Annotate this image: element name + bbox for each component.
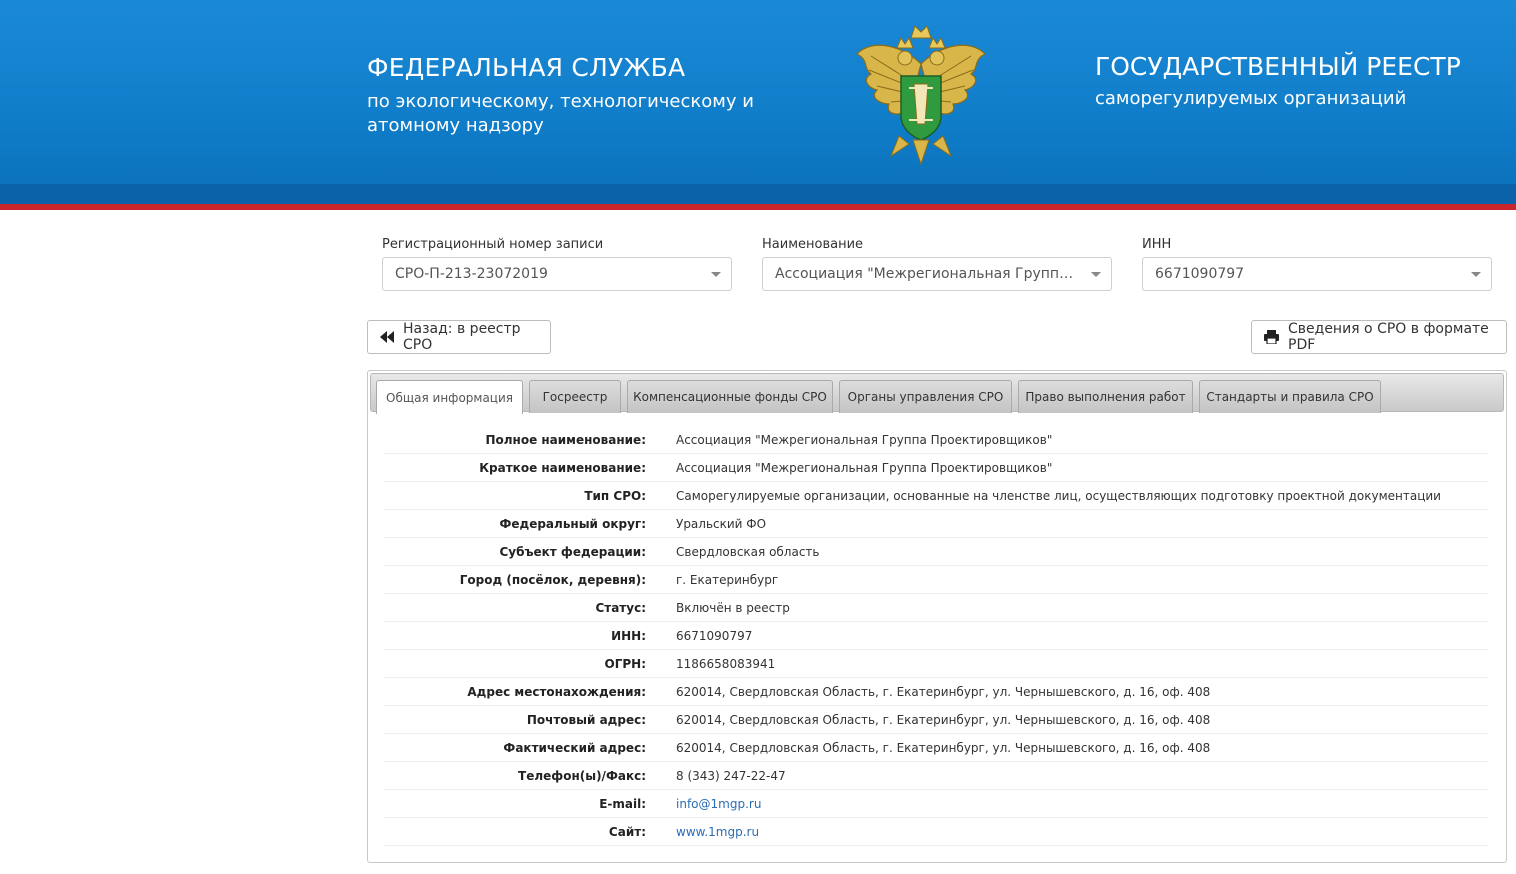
table-row: ИНН: 6671090797 — [384, 622, 1488, 650]
pdf-button-label: Сведения о СРО в формате PDF — [1288, 321, 1489, 353]
inn-select[interactable]: 6671090797 — [1142, 257, 1492, 291]
table-row: Краткое наименование: Ассоциация "Межреги… — [384, 454, 1488, 482]
field-label: Адрес местонахождения: — [467, 685, 646, 699]
tab-general-info[interactable]: Общая информация — [376, 380, 523, 414]
field-label: Почтовый адрес: — [526, 713, 646, 727]
tab-label: Стандарты и правила СРО — [1206, 390, 1374, 404]
field-label: Краткое наименование: — [479, 461, 646, 475]
name-value: Ассоциация "Межрегиональная Группа Проек… — [775, 266, 1111, 282]
chevron-down-icon — [1091, 272, 1101, 277]
reg-number-filter: Регистрационный номер записи СРО-П-213-2… — [382, 237, 732, 291]
email-link[interactable]: info@1mgp.ru — [676, 797, 761, 811]
reg-number-label: Регистрационный номер записи — [382, 237, 604, 252]
reg-number-select[interactable]: СРО-П-213-23072019 — [382, 257, 732, 291]
registry-subtitle: саморегулируемых организаций — [1095, 88, 1407, 109]
tab-compensation-funds[interactable]: Компенсационные фонды СРО — [627, 380, 833, 413]
table-row: Полное наименование: Ассоциация "Межрегио… — [384, 426, 1488, 454]
inn-value: 6671090797 — [1155, 266, 1245, 282]
field-value: Ассоциация "Межрегиональная Группа Проек… — [676, 433, 1053, 447]
name-select[interactable]: Ассоциация "Межрегиональная Группа Проек… — [762, 257, 1112, 291]
agency-subtitle: по экологическому, технологическому и ат… — [367, 91, 754, 136]
table-row: Телефон(ы)/Факс: 8 (343) 247-22-47 — [384, 762, 1488, 790]
header-dark-band — [0, 184, 1516, 204]
field-label: Телефон(ы)/Факс: — [518, 769, 646, 783]
tab-label: Право выполнения работ — [1025, 390, 1186, 404]
header-red-stripe — [0, 204, 1516, 210]
field-value: 6671090797 — [676, 629, 753, 643]
tab-governing-bodies[interactable]: Органы управления СРО — [839, 380, 1012, 413]
name-filter: Наименование Ассоциация "Межрегиональная… — [762, 237, 1112, 291]
field-label: Полное наименование: — [485, 433, 646, 447]
fast-backward-icon — [380, 331, 394, 343]
field-value: Включён в реестр — [676, 601, 790, 615]
chevron-down-icon — [1471, 272, 1481, 277]
pdf-export-button[interactable]: Сведения о СРО в формате PDF — [1251, 320, 1507, 354]
table-row: Адрес местонахождения: 620014, Свердловск… — [384, 678, 1488, 706]
tab-bar: Общая информация Госреестр Компенсационн… — [370, 373, 1504, 414]
agency-title: ФЕДЕРАЛЬНАЯ СЛУЖБА — [367, 53, 686, 82]
name-label: Наименование — [762, 237, 864, 252]
table-row: Субъект федерации: Свердловская область — [384, 538, 1488, 566]
tab-label: Общая информация — [386, 390, 513, 405]
registry-title: ГОСУДАРСТВЕННЫЙ РЕЕСТР — [1095, 52, 1461, 81]
reg-number-value: СРО-П-213-23072019 — [395, 266, 548, 282]
table-row: Город (посёлок, деревня): г. Екатеринбург — [384, 566, 1488, 594]
double-headed-eagle-emblem — [856, 25, 986, 166]
tab-label: Компенсационные фонды СРО — [633, 390, 827, 404]
field-label: Федеральный округ: — [499, 517, 646, 531]
field-value: 620014, Свердловская Область, г. Екатери… — [676, 713, 1211, 727]
table-row: Сайт: www.1mgp.ru — [384, 818, 1488, 846]
table-row: ОГРН: 1186658083941 — [384, 650, 1488, 678]
field-value: Саморегулируемые организации, основанные… — [676, 489, 1441, 503]
field-value: 620014, Свердловская Область, г. Екатери… — [676, 685, 1211, 699]
field-value: 620014, Свердловская Область, г. Екатери… — [676, 741, 1211, 755]
field-value: Уральский ФО — [676, 517, 767, 531]
field-value: Свердловская область — [676, 545, 820, 559]
printer-icon — [1264, 330, 1279, 344]
field-label: Сайт: — [608, 825, 646, 839]
site-header: ФЕДЕРАЛЬНАЯ СЛУЖБА по экологическому, те… — [0, 0, 1516, 210]
field-value: 8 (343) 247-22-47 — [676, 769, 786, 783]
table-row: Статус: Включён в реестр — [384, 594, 1488, 622]
field-label: E-mail: — [599, 797, 646, 811]
field-label: Фактический адрес: — [503, 741, 646, 755]
sro-details-panel: Общая информация Госреестр Компенсационн… — [367, 370, 1507, 863]
tab-work-rights[interactable]: Право выполнения работ — [1018, 380, 1193, 413]
tab-label: Госреестр — [542, 390, 608, 404]
general-info-table: Полное наименование: Ассоциация "Межрегио… — [384, 426, 1488, 846]
tab-gosreestr[interactable]: Госреестр — [529, 380, 621, 413]
field-value: Ассоциация "Межрегиональная Группа Проек… — [676, 461, 1053, 475]
field-label: Статус: — [595, 601, 646, 615]
tab-label: Органы управления СРО — [847, 390, 1004, 404]
table-row: Фактический адрес: 620014, Свердловская О… — [384, 734, 1488, 762]
table-row: E-mail: info@1mgp.ru — [384, 790, 1488, 818]
table-row: Тип СРО: Саморегулируемые организации, ос… — [384, 482, 1488, 510]
field-value: г. Екатеринбург — [676, 573, 779, 587]
field-label: ОГРН: — [604, 657, 646, 671]
field-label: Город (посёлок, деревня): — [459, 573, 646, 587]
field-label: ИНН: — [611, 629, 646, 643]
back-to-registry-button[interactable]: Назад: в реестр СРО — [367, 320, 551, 354]
table-row: Почтовый адрес: 620014, Свердловская Обла… — [384, 706, 1488, 734]
chevron-down-icon — [711, 272, 721, 277]
field-value: 1186658083941 — [676, 657, 776, 671]
table-row: Федеральный округ: Уральский ФО — [384, 510, 1488, 538]
tab-standards-rules[interactable]: Стандарты и правила СРО — [1199, 380, 1381, 413]
inn-label: ИНН — [1142, 237, 1172, 252]
field-label: Субъект федерации: — [499, 545, 646, 559]
website-link[interactable]: www.1mgp.ru — [676, 825, 759, 839]
field-label: Тип СРО: — [584, 489, 646, 503]
back-button-label: Назад: в реестр СРО — [403, 321, 521, 353]
inn-filter: ИНН 6671090797 — [1142, 237, 1492, 291]
